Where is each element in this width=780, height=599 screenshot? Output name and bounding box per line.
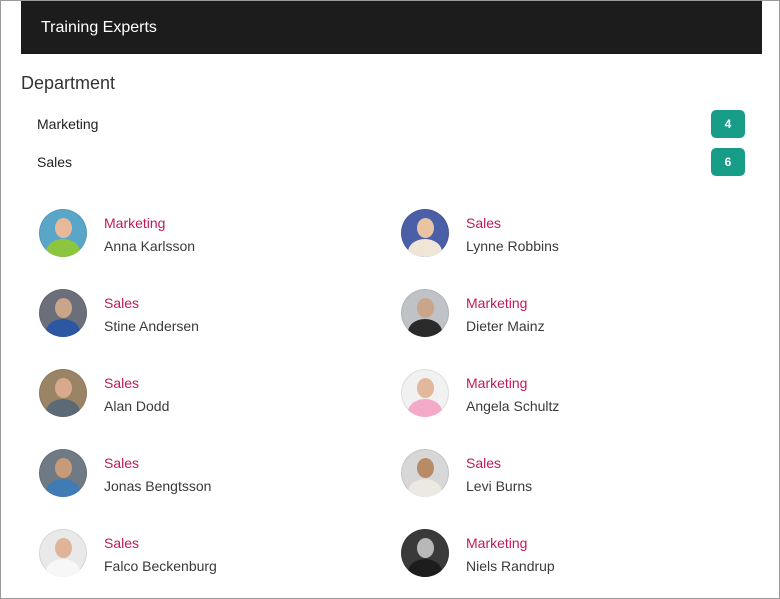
app-header: Training Experts: [21, 1, 762, 54]
app-window: Training Experts Department Marketing 4 …: [0, 0, 780, 599]
expert-name: Falco Beckenburg: [104, 558, 217, 574]
avatar: [401, 289, 449, 337]
avatar: [39, 209, 87, 257]
expert-name: Dieter Mainz: [466, 318, 545, 334]
count-badge: 4: [711, 110, 745, 138]
avatar: [401, 209, 449, 257]
expert-name: Alan Dodd: [104, 398, 170, 414]
expert-name: Jonas Bengtsson: [104, 478, 212, 494]
expert-department: Marketing: [104, 215, 166, 231]
expert-name: Anna Karlsson: [104, 238, 196, 254]
expert-department: Sales: [466, 215, 502, 231]
department-filter-label: Marketing: [37, 116, 99, 132]
department-filter-label: Sales: [37, 154, 73, 170]
expert-card[interactable]: Sales Jonas Bengtsson: [39, 449, 401, 529]
expert-name: Niels Randrup: [466, 558, 555, 574]
expert-list: Marketing Anna Karlsson Sales Lynne Robb…: [39, 209, 739, 598]
expert-name: Levi Burns: [466, 478, 533, 494]
expert-department: Marketing: [466, 535, 528, 551]
expert-department: Sales: [104, 375, 140, 391]
expert-department: Marketing: [466, 375, 528, 391]
count-badge: 6: [711, 148, 745, 176]
expert-card[interactable]: Sales Levi Burns: [401, 449, 739, 529]
expert-card[interactable]: Sales Stine Andersen: [39, 289, 401, 369]
expert-card[interactable]: Sales Lynne Robbins: [401, 209, 739, 289]
expert-card[interactable]: Sales Falco Beckenburg: [39, 529, 401, 598]
app-title: Training Experts: [41, 18, 157, 36]
expert-department: Marketing: [466, 295, 528, 311]
avatar: [39, 369, 87, 417]
department-filter-title: Department: [21, 73, 116, 93]
expert-card[interactable]: Marketing Anna Karlsson: [39, 209, 401, 289]
expert-card[interactable]: Sales Alan Dodd: [39, 369, 401, 449]
expert-card[interactable]: Marketing Niels Randrup: [401, 529, 739, 598]
department-filter-sales[interactable]: Sales 6: [37, 148, 745, 176]
avatar: [39, 529, 87, 577]
department-filter-marketing[interactable]: Marketing 4: [37, 110, 745, 138]
expert-department: Sales: [104, 295, 140, 311]
avatar: [401, 369, 449, 417]
expert-name: Angela Schultz: [466, 398, 560, 414]
expert-name: Lynne Robbins: [466, 238, 559, 254]
avatar: [401, 449, 449, 497]
expert-card[interactable]: Marketing Dieter Mainz: [401, 289, 739, 369]
avatar: [39, 449, 87, 497]
avatar: [401, 529, 449, 577]
expert-department: Sales: [104, 535, 140, 551]
expert-card[interactable]: Marketing Angela Schultz: [401, 369, 739, 449]
expert-department: Sales: [466, 455, 502, 471]
expert-name: Stine Andersen: [104, 318, 199, 334]
avatar: [39, 289, 87, 337]
expert-department: Sales: [104, 455, 140, 471]
